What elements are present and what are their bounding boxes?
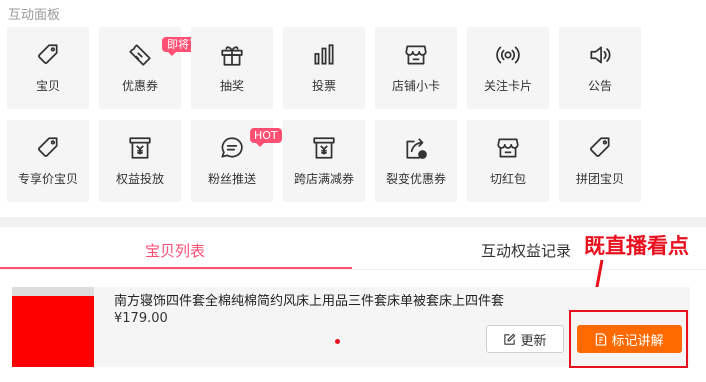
store-icon [405, 45, 427, 65]
hot-badge: HOT [250, 128, 282, 147]
tile-exclusive-price[interactable]: 专享价宝贝 [7, 120, 89, 202]
broadcast-icon [496, 46, 520, 64]
tile-red-packet[interactable]: 切红包 [467, 120, 549, 202]
tile-label: 裂变优惠券 [385, 172, 446, 186]
tab-interaction-records[interactable]: 互动权益记录 [481, 240, 571, 261]
tile-item[interactable]: 宝贝 [7, 27, 89, 109]
tile-label: 粉丝推送 [207, 172, 256, 186]
tab-item-list[interactable]: 宝贝列表 [145, 240, 205, 261]
tile-follow-card[interactable]: 关注卡片 [467, 27, 549, 109]
coupon-icon [129, 44, 151, 66]
yen-box-icon [129, 137, 151, 159]
product-title: 南方寝饰四件套全棉纯棉简约风床上用品三件套床单被套床上四件套 [114, 294, 505, 309]
gift-icon [221, 46, 243, 66]
tag-icon [38, 137, 58, 157]
tile-label: 投票 [311, 79, 336, 93]
tile-benefit[interactable]: 权益投放 [99, 120, 181, 202]
tile-label: 抽奖 [219, 79, 244, 93]
section-divider [0, 217, 706, 227]
tile-label: 店铺小卡 [391, 79, 440, 93]
tile-label: 拼团宝贝 [575, 172, 624, 186]
thumbnail-strip [12, 287, 94, 296]
tile-label: 专享价宝贝 [17, 172, 78, 186]
tile-label: 优惠券 [121, 79, 158, 93]
bar-chart-icon [314, 44, 334, 65]
tile-coupon[interactable]: 优惠券 即将下线 [99, 27, 216, 109]
tile-label: 切红包 [489, 172, 526, 186]
store-icon [497, 138, 519, 158]
update-button-label: 更新 [520, 333, 547, 349]
tile-cross-store[interactable]: 跨店满减券 [283, 120, 365, 202]
tile-store-card[interactable]: 店铺小卡 [375, 27, 457, 109]
tile-lottery[interactable]: 抽奖 [191, 27, 273, 109]
active-tab-indicator [0, 267, 352, 269]
tag-icon [38, 44, 58, 64]
tile-group-buy[interactable]: 拼团宝贝 [559, 120, 641, 202]
yen-box-icon [313, 137, 335, 159]
tag-icon [590, 137, 610, 157]
tile-label: 权益投放 [115, 172, 164, 186]
interaction-grid: 宝贝 优惠券 即将下线 抽奖 投票 店铺小卡 关注卡片 公告 专享价宝贝 权益投… [7, 27, 641, 202]
product-price: ¥179.00 [114, 311, 168, 326]
tile-label: 宝贝 [35, 79, 60, 93]
tile-vote[interactable]: 投票 [283, 27, 365, 109]
status-dot [335, 339, 340, 344]
tile-label: 公告 [587, 79, 612, 93]
edit-icon [504, 333, 516, 345]
update-button[interactable]: 更新 [486, 325, 564, 353]
chat-bubble-icon [221, 137, 243, 158]
tile-label: 跨店满减券 [293, 172, 354, 186]
panel-title: 互动面板 [8, 8, 61, 23]
product-thumbnail[interactable] [12, 287, 94, 367]
tile-fission-coupon[interactable]: 裂变优惠券 [375, 120, 457, 202]
tile-label: 关注卡片 [483, 79, 532, 93]
tile-fan-push[interactable]: 粉丝推送 HOT [191, 120, 282, 202]
tile-announcement[interactable]: 公告 [559, 27, 641, 109]
speaker-icon [590, 46, 611, 64]
annotation-highlight-box [569, 310, 688, 368]
annotation-label: 既直播看点 [584, 234, 689, 258]
share-coupon-icon [406, 138, 427, 159]
